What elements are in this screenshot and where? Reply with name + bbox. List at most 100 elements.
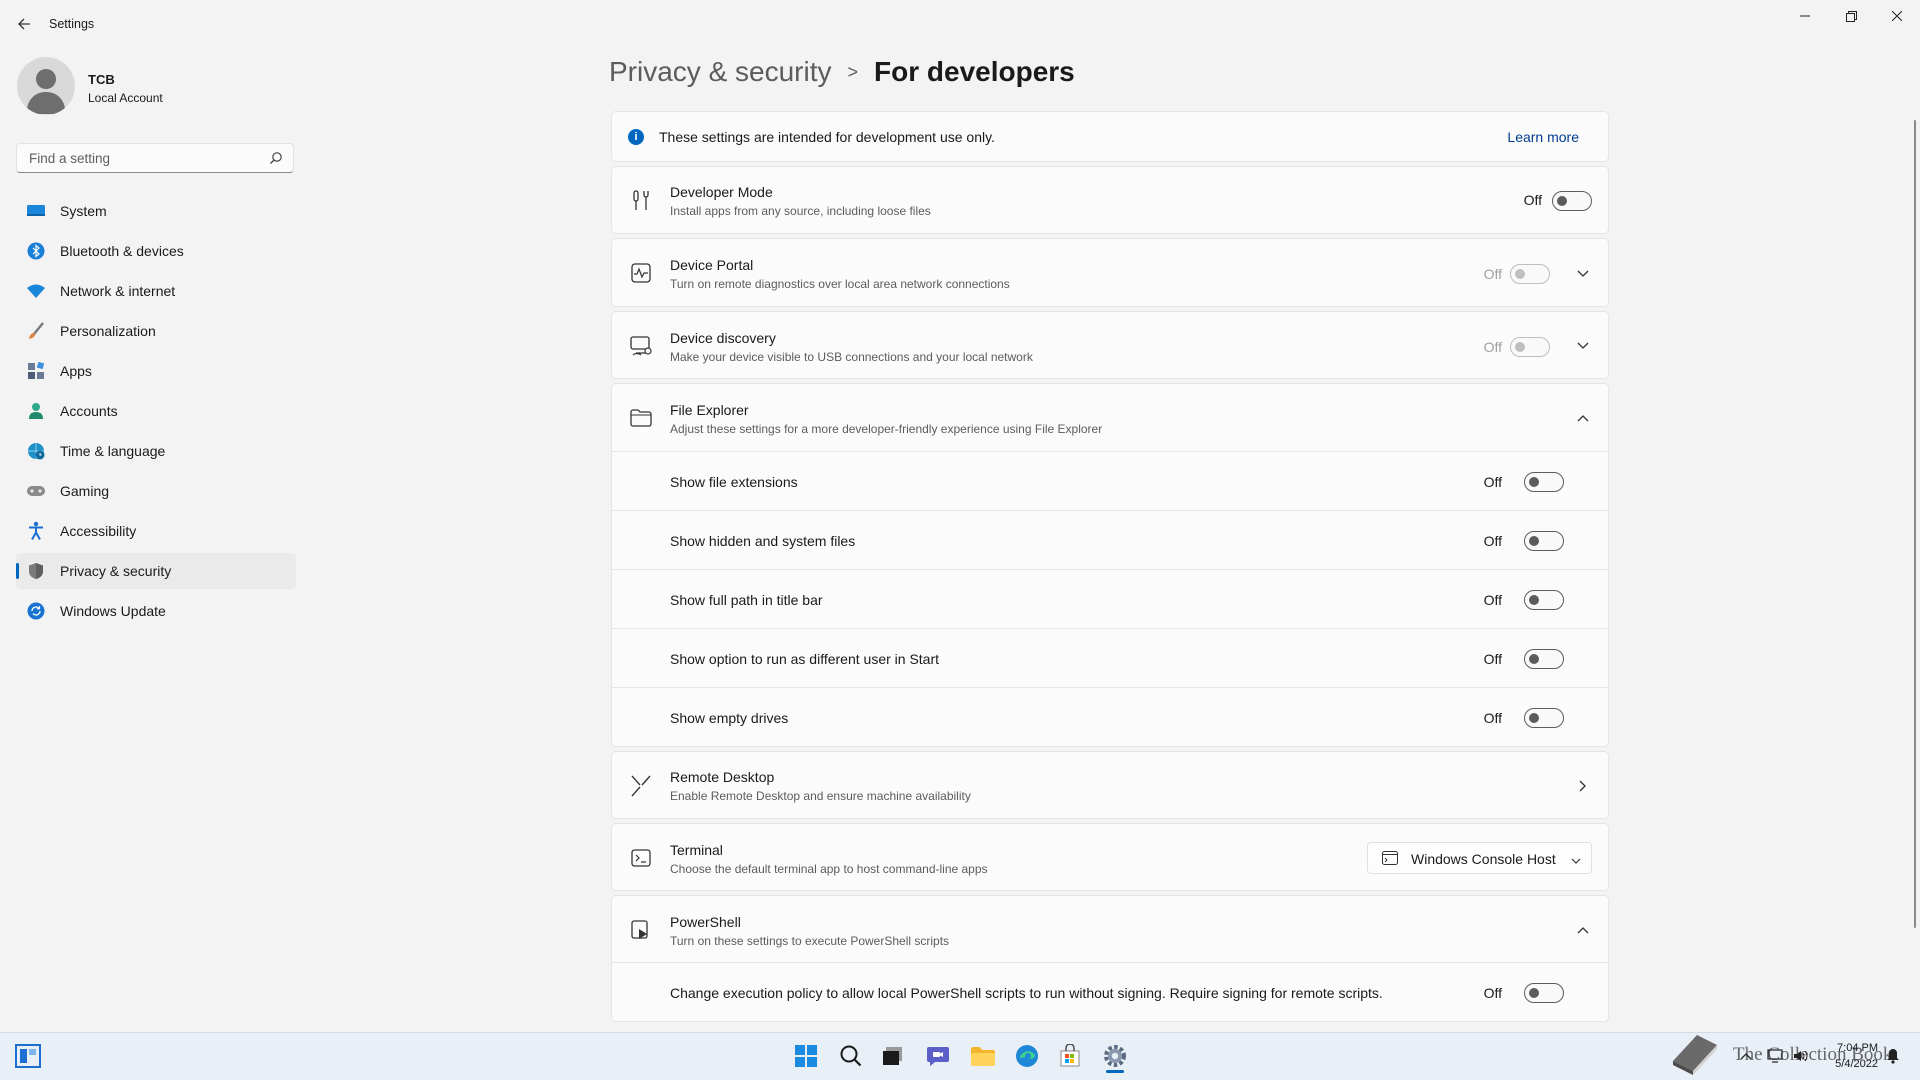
remote-desktop-desc: Enable Remote Desktop and ensure machine… xyxy=(670,789,971,803)
device-discovery-icon xyxy=(629,334,653,358)
network-icon[interactable] xyxy=(1766,1044,1784,1068)
sidebar-item-label: System xyxy=(60,203,107,219)
notification-bell-icon[interactable] xyxy=(1884,1044,1902,1068)
back-button[interactable] xyxy=(10,10,38,38)
chevron-up-icon[interactable] xyxy=(1575,410,1591,426)
sidebar-item-windows-update[interactable]: Windows Update xyxy=(16,593,296,629)
developer-mode-title: Developer Mode xyxy=(670,184,773,200)
device-discovery-toggle[interactable] xyxy=(1510,337,1550,357)
execution-policy-toggle[interactable] xyxy=(1524,983,1564,1003)
option-label: Show option to run as different user in … xyxy=(670,651,940,667)
settings-gear-icon[interactable] xyxy=(1099,1040,1131,1072)
option-label: Show hidden and system files xyxy=(670,533,856,549)
search-icon[interactable] xyxy=(269,151,283,170)
edge-icon[interactable] xyxy=(1011,1040,1043,1072)
shield-icon xyxy=(26,561,46,581)
sidebar-item-gaming[interactable]: Gaming xyxy=(16,473,296,509)
developer-mode-desc: Install apps from any source, including … xyxy=(670,204,931,218)
chevron-down-icon[interactable] xyxy=(1575,338,1591,354)
start-icon[interactable] xyxy=(790,1040,822,1072)
file-explorer-desc: Adjust these settings for a more develop… xyxy=(670,422,1103,436)
restore-button[interactable] xyxy=(1828,0,1874,32)
option-label: Show file extensions xyxy=(670,474,798,490)
developer-mode-toggle[interactable] xyxy=(1552,191,1592,211)
remote-desktop-title: Remote Desktop xyxy=(670,769,775,785)
device-discovery-state: Off xyxy=(1483,339,1502,355)
apps-icon xyxy=(26,361,46,381)
device-discovery-card[interactable]: Device discovery Make your device visibl… xyxy=(611,311,1609,379)
volume-icon[interactable] xyxy=(1792,1044,1810,1068)
minimize-button[interactable] xyxy=(1782,0,1828,32)
option-state: Off xyxy=(1483,592,1502,608)
terminal-dropdown[interactable]: Windows Console Host xyxy=(1367,842,1592,874)
search-box[interactable] xyxy=(16,143,294,173)
option-label: Show full path in title bar xyxy=(670,592,823,608)
clock-time[interactable]: 7:04 PM xyxy=(1832,1042,1878,1054)
file-explorer-option-row: Show empty drives Off xyxy=(611,688,1609,747)
device-portal-card[interactable]: Device Portal Turn on remote diagnostics… xyxy=(611,238,1609,307)
sidebar-item-accessibility[interactable]: Accessibility xyxy=(16,513,296,549)
chevron-down-icon[interactable] xyxy=(1575,266,1591,282)
avatar-body xyxy=(27,92,65,114)
task-view-icon[interactable] xyxy=(877,1040,909,1072)
info-icon: i xyxy=(628,129,644,145)
monitor-icon xyxy=(26,201,46,221)
show-empty-drives-toggle[interactable] xyxy=(1524,708,1564,728)
title-bar xyxy=(0,0,1920,48)
close-button[interactable] xyxy=(1874,0,1920,32)
sidebar-item-label: Gaming xyxy=(60,483,110,499)
show-file-extensions-toggle[interactable] xyxy=(1524,472,1564,492)
option-state: Off xyxy=(1483,651,1502,667)
chat-icon[interactable] xyxy=(922,1040,954,1072)
sidebar-item-apps[interactable]: Apps xyxy=(16,353,296,389)
show-hidden-files-toggle[interactable] xyxy=(1524,531,1564,551)
active-app-indicator xyxy=(1106,1070,1124,1073)
sidebar-item-system[interactable]: System xyxy=(16,193,296,229)
remote-desktop-card[interactable]: Remote Desktop Enable Remote Desktop and… xyxy=(611,751,1609,819)
account-type: Local Account xyxy=(88,91,163,105)
info-banner: i These settings are intended for develo… xyxy=(611,111,1609,162)
sidebar-item-personalization[interactable]: Personalization xyxy=(16,313,296,349)
sidebar-item-time-language[interactable]: Time & language xyxy=(16,433,296,469)
sidebar-item-label: Time & language xyxy=(60,443,166,459)
sidebar-item-privacy-security[interactable]: Privacy & security xyxy=(16,553,296,589)
store-icon[interactable] xyxy=(1054,1040,1086,1072)
powershell-option-row: Change execution policy to allow local P… xyxy=(611,963,1609,1022)
avatar[interactable] xyxy=(17,57,75,115)
back-arrow-icon xyxy=(18,18,30,30)
file-explorer-icon[interactable] xyxy=(967,1040,999,1072)
terminal-desc: Choose the default terminal app to host … xyxy=(670,862,988,876)
sidebar-item-accounts[interactable]: Accounts xyxy=(16,393,296,429)
sidebar-item-network[interactable]: Network & internet xyxy=(16,273,296,309)
option-state: Off xyxy=(1483,474,1502,490)
bluetooth-icon xyxy=(26,241,46,261)
search-input[interactable] xyxy=(27,150,271,167)
terminal-icon xyxy=(629,846,653,870)
file-explorer-option-row: Show hidden and system files Off xyxy=(611,511,1609,570)
clock-date[interactable]: 5/4/2022 xyxy=(1828,1058,1878,1070)
search-icon[interactable] xyxy=(835,1040,867,1072)
learn-more-link[interactable]: Learn more xyxy=(1507,129,1579,145)
paintbrush-icon xyxy=(26,321,46,341)
file-explorer-card[interactable]: File Explorer Adjust these settings for … xyxy=(611,383,1609,452)
folder-icon xyxy=(629,406,653,430)
scrollbar[interactable] xyxy=(1914,120,1916,928)
device-portal-title: Device Portal xyxy=(670,257,754,273)
chevron-right-icon[interactable] xyxy=(1575,778,1591,794)
powershell-card[interactable]: PowerShell Turn on these settings to exe… xyxy=(611,895,1609,963)
widgets-icon[interactable] xyxy=(12,1040,44,1072)
chevron-up-icon[interactable] xyxy=(1738,1044,1754,1068)
wifi-icon xyxy=(26,281,46,301)
book-icon xyxy=(1666,1030,1722,1076)
device-discovery-title: Device discovery xyxy=(670,330,776,346)
sidebar-item-bluetooth[interactable]: Bluetooth & devices xyxy=(16,233,296,269)
breadcrumb-parent[interactable]: Privacy & security xyxy=(609,56,832,88)
show-full-path-toggle[interactable] xyxy=(1524,590,1564,610)
user-name: TCB xyxy=(88,72,115,87)
close-icon xyxy=(1892,11,1902,21)
powershell-desc: Turn on these settings to execute PowerS… xyxy=(670,934,950,948)
sidebar-item-label: Bluetooth & devices xyxy=(60,243,184,259)
chevron-up-icon[interactable] xyxy=(1575,922,1591,938)
run-as-different-user-toggle[interactable] xyxy=(1524,649,1564,669)
device-portal-toggle[interactable] xyxy=(1510,264,1550,284)
